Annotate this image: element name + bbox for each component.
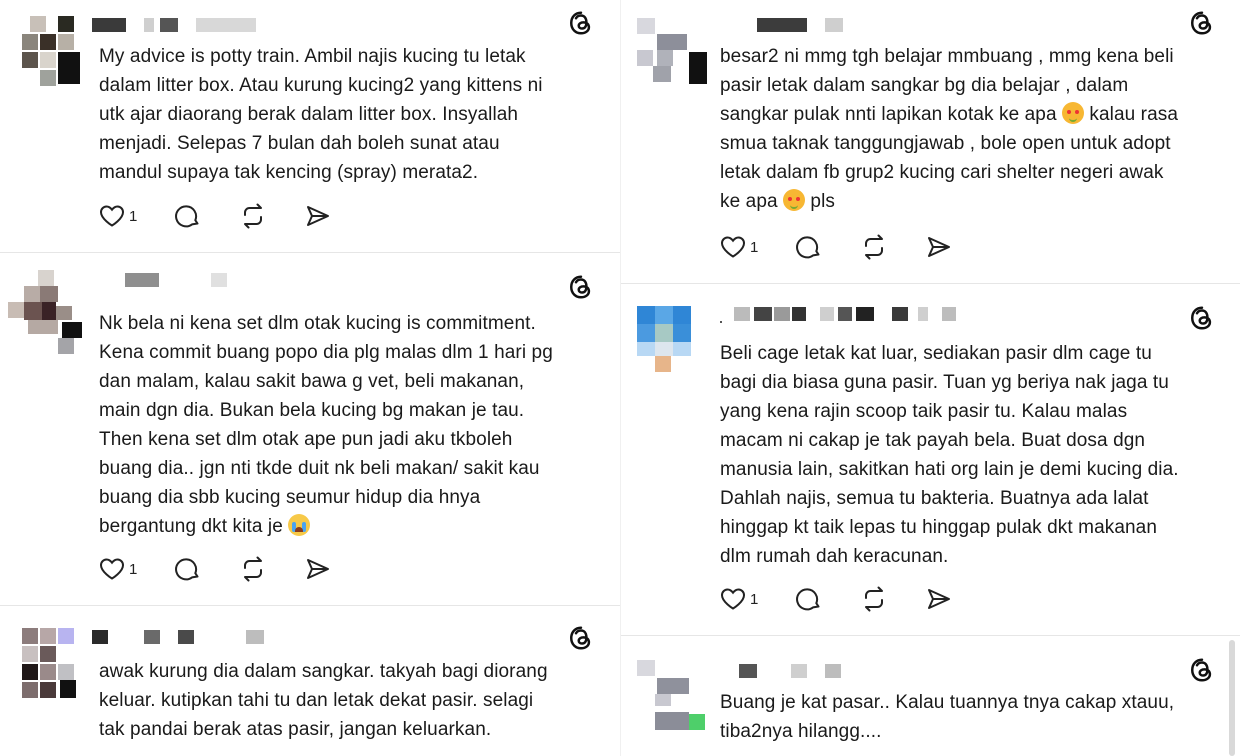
- share-button[interactable]: [305, 201, 331, 231]
- avatar[interactable]: [637, 18, 707, 88]
- like-button[interactable]: 1: [720, 584, 758, 614]
- comment-line: besar2 ni mmg tgh belajar mmbuang , mmg …: [720, 46, 1174, 67]
- share-button[interactable]: [305, 554, 331, 584]
- share-button[interactable]: [926, 584, 952, 614]
- repost-button[interactable]: [239, 554, 267, 584]
- avatar[interactable]: [8, 270, 82, 354]
- comment-line: smua taknak tanggungjawab , bole open un…: [720, 133, 1171, 154]
- like-button[interactable]: 1: [99, 554, 137, 584]
- avatar[interactable]: [22, 16, 92, 86]
- comment-line-text: pls: [805, 191, 835, 212]
- repost-button[interactable]: [860, 232, 888, 262]
- comment-text: Buang je kat pasar.. Kalau tuannya tnya …: [720, 692, 1175, 742]
- avatar[interactable]: [637, 660, 707, 730]
- comment-line: sangkar pulak nnti lapikan kotak ke apa …: [720, 100, 1225, 129]
- comment-bubble-icon: [175, 558, 199, 581]
- comment-line-text: kalau rasa: [1084, 104, 1179, 125]
- comment-text-body: Nk bela ni kena set dlm otak kucing is c…: [99, 313, 553, 537]
- comment-text: Beli cage letak kat luar, sediakan pasir…: [720, 343, 1179, 567]
- like-count: 1: [129, 207, 138, 225]
- avatar[interactable]: [637, 306, 707, 376]
- smiling-face-with-hearts-emoji: [783, 189, 806, 211]
- repost-icon: [244, 556, 263, 582]
- avatar[interactable]: [22, 628, 92, 698]
- divider: [621, 283, 1240, 284]
- comment-bubble-icon: [175, 205, 199, 228]
- threads-logo-icon[interactable]: [568, 625, 594, 651]
- scrollbar[interactable]: [1229, 640, 1235, 756]
- right-comment-column: besar2 ni mmg tgh belajar mmbuang , mmg …: [620, 0, 1240, 756]
- comment-line-text: sangkar pulak nnti lapikan kotak ke apa: [720, 104, 1062, 125]
- like-count: 1: [750, 238, 759, 256]
- comment-bubble-icon: [796, 588, 820, 611]
- share-button[interactable]: [926, 232, 952, 262]
- repost-icon: [865, 234, 884, 260]
- heart-outline-icon: [99, 558, 125, 580]
- comment-line: letak dalam fb grup2 kucing cari shelter…: [720, 162, 1164, 183]
- threads-logo-icon[interactable]: [1189, 10, 1215, 36]
- reply-button[interactable]: [796, 232, 822, 262]
- reply-button[interactable]: [175, 201, 201, 231]
- heart-outline-icon: [99, 205, 125, 227]
- divider: [621, 635, 1240, 636]
- send-icon: [928, 589, 951, 609]
- like-button[interactable]: 1: [99, 201, 137, 231]
- heart-outline-icon: [720, 588, 746, 610]
- repost-icon: [244, 203, 263, 229]
- threads-logo-icon[interactable]: [1189, 657, 1215, 683]
- send-icon: [307, 206, 330, 226]
- reply-button[interactable]: [796, 584, 822, 614]
- comment-line-text: ke apa: [720, 191, 784, 212]
- threads-logo-icon[interactable]: [568, 10, 594, 36]
- comment-bubble-icon: [796, 236, 820, 259]
- reply-button[interactable]: [175, 554, 201, 584]
- divider: [0, 252, 620, 253]
- repost-button[interactable]: [860, 584, 888, 614]
- like-count: 1: [129, 560, 138, 578]
- comment-text: My advice is potty train. Ambil najis ku…: [99, 46, 543, 183]
- action-bar: 1: [720, 232, 990, 262]
- repost-button[interactable]: [239, 201, 267, 231]
- send-icon: [307, 559, 330, 579]
- divider: [0, 605, 620, 606]
- heart-outline-icon: [720, 236, 746, 258]
- like-button[interactable]: 1: [720, 232, 758, 262]
- comment-line: pasir letak dalam sangkar bg dia belajar…: [720, 75, 1129, 96]
- comment-text: awak kurung dia dalam sangkar. takyah ba…: [99, 661, 548, 740]
- action-bar: 1: [99, 201, 369, 231]
- comment-text: Nk bela ni kena set dlm otak kucing is c…: [99, 309, 604, 541]
- repost-icon: [865, 586, 884, 612]
- smiling-face-with-hearts-emoji: [1062, 102, 1084, 124]
- threads-logo-icon[interactable]: [1189, 305, 1215, 331]
- left-comment-column: My advice is potty train. Ambil najis ku…: [0, 0, 620, 756]
- action-bar: 1: [720, 584, 990, 614]
- comment-text: besar2 ni mmg tgh belajar mmbuang , mmg …: [720, 42, 1225, 216]
- threads-logo-icon[interactable]: [568, 274, 594, 300]
- like-count: 1: [750, 590, 759, 608]
- comment-line: ke apa pls: [720, 187, 1225, 216]
- loudly-crying-face-emoji: [288, 514, 311, 536]
- send-icon: [928, 237, 951, 257]
- action-bar: 1: [99, 554, 369, 584]
